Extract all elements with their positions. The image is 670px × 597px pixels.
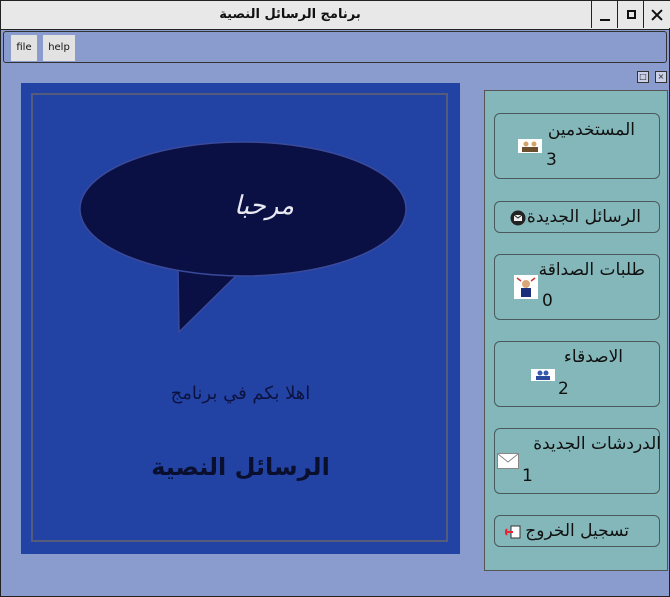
minimize-button[interactable] <box>591 1 618 28</box>
sidebar: المستخدمين 3 الرسائل الجديدة طلبات الصدا… <box>484 90 668 571</box>
new-chats-count: 1 <box>522 466 533 486</box>
users-button[interactable]: المستخدمين 3 <box>494 113 660 179</box>
friends-count: 2 <box>558 379 569 399</box>
menu-bar: file help <box>3 31 667 63</box>
window-title: برنامج الرسائل النصية <box>219 7 361 22</box>
menu-file[interactable]: file <box>11 35 37 61</box>
new-messages-label: الرسائل الجديدة <box>526 207 641 227</box>
users-count: 3 <box>546 150 557 170</box>
title-bar[interactable]: برنامج الرسائل النصية <box>1 1 670 30</box>
speech-bubble-icon <box>79 141 407 334</box>
envelope-icon <box>497 453 519 469</box>
new-chats-button[interactable]: الدردشات الجديدة 1 <box>494 428 661 494</box>
close-icon <box>651 8 663 21</box>
logout-icon <box>505 525 521 539</box>
panel-close-button[interactable]: × <box>655 71 667 83</box>
maximize-button[interactable] <box>617 1 644 28</box>
panel-close-icon: × <box>657 72 665 81</box>
welcome-line: اهلا بكم في برنامج <box>170 383 311 404</box>
welcome-panel: مرحبا <box>21 83 460 554</box>
users-icon <box>518 139 542 153</box>
friend-requests-button[interactable]: طلبات الصداقة 0 <box>494 254 660 320</box>
mail-badge-icon <box>510 210 526 226</box>
new-chats-label: الدردشات الجديدة <box>533 434 661 454</box>
close-button[interactable] <box>643 1 670 28</box>
app-name: الرسائل النصية <box>151 453 330 481</box>
logout-label: تسجيل الخروج <box>525 521 629 541</box>
logout-button[interactable]: تسجيل الخروج <box>494 515 660 547</box>
panel-restore-button[interactable]: □ <box>637 71 649 83</box>
friend-requests-label: طلبات الصداقة <box>538 260 645 280</box>
bubble-greeting: مرحبا <box>233 191 295 221</box>
restore-icon: □ <box>639 72 647 81</box>
friends-button[interactable]: الاصدقاء 2 <box>494 341 660 407</box>
app-window: برنامج الرسائل النصية file help □ × مرحب… <box>0 0 670 597</box>
new-messages-button[interactable]: الرسائل الجديدة <box>494 201 660 233</box>
friend-request-icon <box>514 275 538 299</box>
friend-requests-count: 0 <box>542 291 553 311</box>
menu-help[interactable]: help <box>43 35 75 61</box>
minimize-icon <box>600 18 610 21</box>
friends-label: الاصدقاء <box>563 347 623 367</box>
users-label: المستخدمين <box>547 120 635 140</box>
friends-icon <box>531 369 555 381</box>
maximize-icon <box>626 10 636 19</box>
